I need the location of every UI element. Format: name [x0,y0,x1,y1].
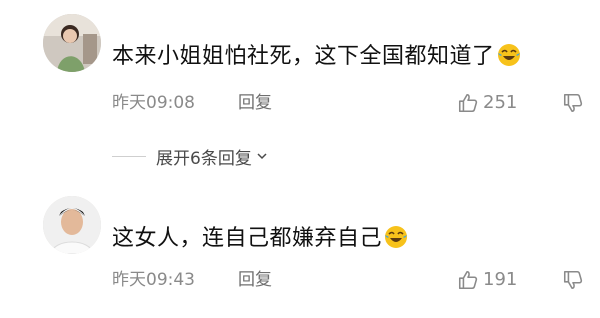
dislike-button[interactable] [562,92,584,114]
thumbs-down-icon [563,270,583,290]
like-count: 191 [483,269,518,290]
chevron-down-icon [257,153,267,160]
dislike-button[interactable] [562,269,584,291]
comment-time: 昨天09:08 [112,93,195,113]
expand-replies-label: 展开6条回复 [156,148,252,169]
laughing-crying-emoji-icon [384,225,408,249]
comment-meta: 昨天09:43 回复 191 [112,266,600,294]
reply-button[interactable]: 回复 [238,266,272,294]
comment-item: 本来小姐姐怕社死，这下全国都知道了 昨天09:08 回复 251 [0,0,600,140]
comment-meta: 昨天09:08 回复 251 [112,89,600,117]
laughing-crying-emoji-icon [497,43,521,67]
like-button[interactable]: 251 [457,89,517,117]
expand-replies-button[interactable]: 展开6条回复 [112,141,268,171]
comment-item: 这女人，连自己都嫌弃自己 昨天09:43 回复 191 [0,188,600,318]
comment-text: 本来小姐姐怕社死，这下全国都知道了 [112,42,521,72]
reply-button[interactable]: 回复 [238,89,272,117]
comment-text: 这女人，连自己都嫌弃自己 [112,224,408,254]
like-count: 251 [483,92,518,113]
avatar[interactable] [43,14,101,72]
thumbs-down-icon [563,93,583,113]
comment-time: 昨天09:43 [112,270,195,290]
like-button[interactable]: 191 [457,266,517,294]
thumbs-up-icon [458,93,478,113]
avatar[interactable] [43,196,101,254]
thumbs-up-icon [458,270,478,290]
divider-line [112,155,146,157]
